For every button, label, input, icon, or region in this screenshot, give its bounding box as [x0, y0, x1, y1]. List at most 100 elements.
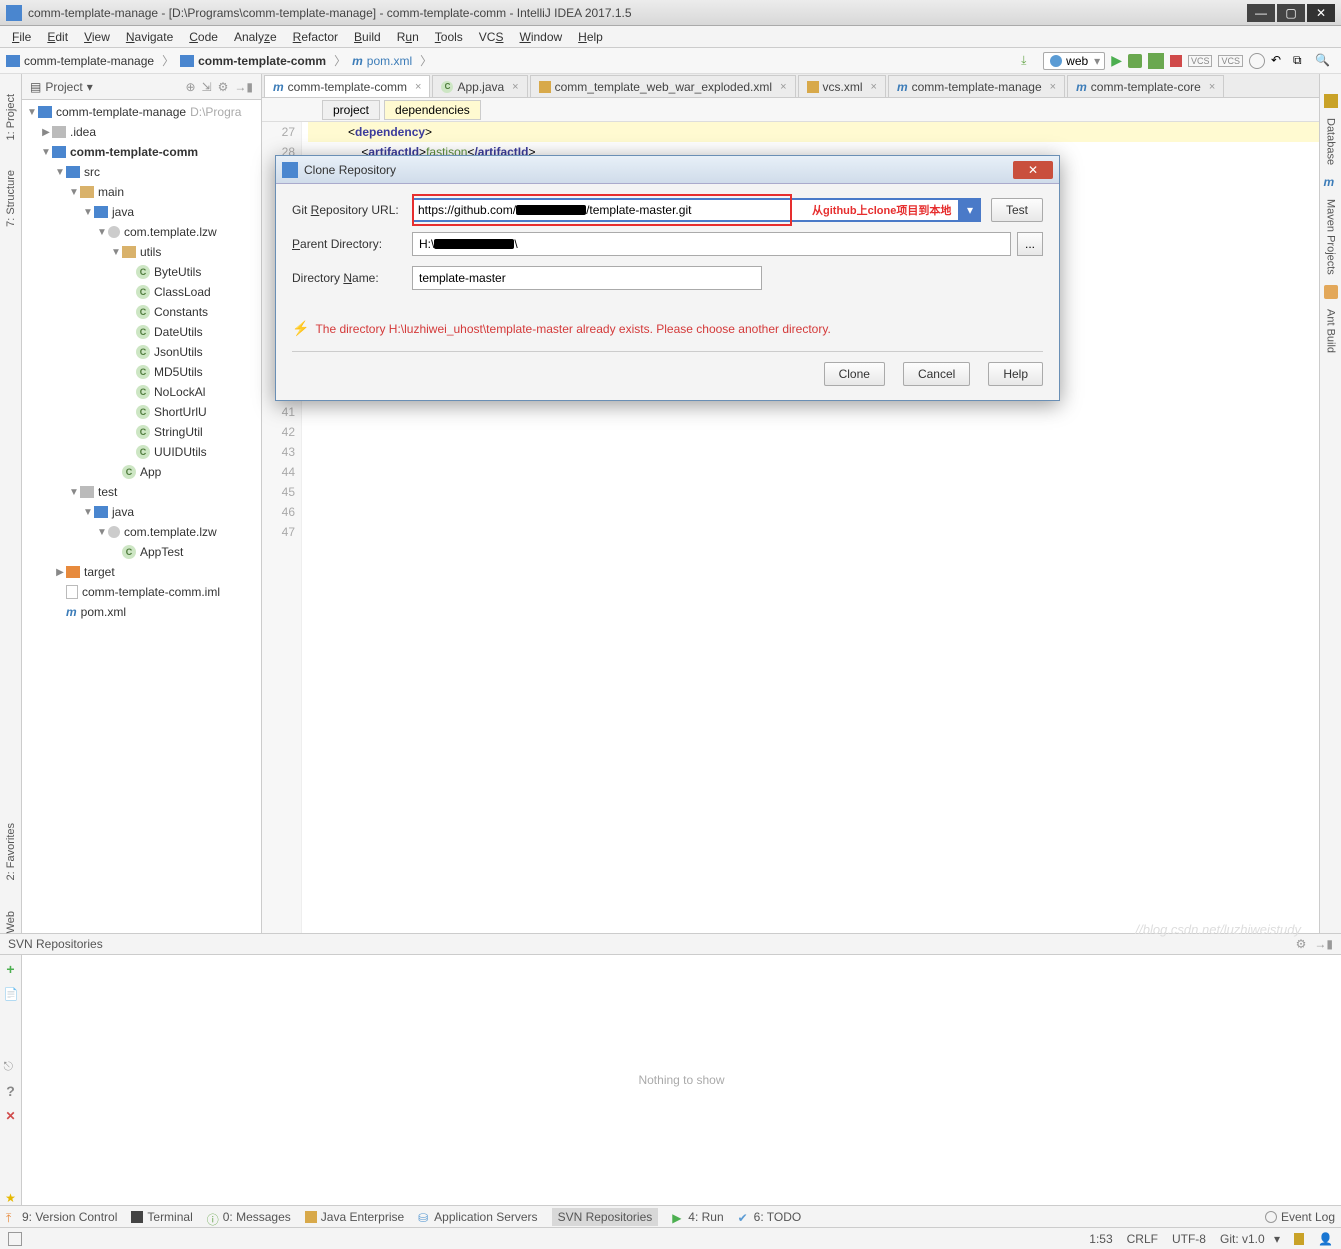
breadcrumb-root[interactable]: comm-template-manage — [6, 54, 154, 68]
tree-arrow-icon[interactable] — [68, 187, 80, 198]
gear-icon[interactable]: ⚙ — [1296, 937, 1307, 951]
tree-row[interactable]: CJsonUtils — [22, 342, 261, 362]
toolwin-maven[interactable]: Maven Projects — [1325, 199, 1337, 275]
tree-row[interactable]: CApp — [22, 462, 261, 482]
collapse-icon[interactable]: ⇲ — [202, 80, 212, 94]
menu-analyze[interactable]: Analyze — [226, 28, 285, 46]
bc-dependencies[interactable]: dependencies — [384, 100, 481, 120]
menu-refactor[interactable]: Refactor — [285, 28, 346, 46]
toolwin-project[interactable]: 1: Project — [5, 94, 17, 140]
lock-icon[interactable] — [1294, 1233, 1304, 1245]
gear-icon[interactable]: ⚙ — [218, 80, 229, 94]
test-button[interactable]: Test — [991, 198, 1043, 222]
editor-tab[interactable]: vcs.xml× — [798, 75, 886, 97]
menu-edit[interactable]: Edit — [39, 28, 76, 46]
tree-arrow-icon[interactable] — [40, 127, 52, 138]
tree-row[interactable]: com.template.lzw — [22, 222, 261, 242]
tree-row[interactable]: utils — [22, 242, 261, 262]
tree-arrow-icon[interactable] — [40, 147, 52, 158]
tree-row[interactable]: CClassLoad — [22, 282, 261, 302]
toolwin-favorites[interactable]: 2: Favorites — [5, 823, 17, 880]
tree-row[interactable]: java — [22, 502, 261, 522]
dialog-close-button[interactable]: ✕ — [1013, 161, 1053, 179]
editor-tab[interactable]: mcomm-template-comm× — [264, 75, 430, 97]
tree-row[interactable]: target — [22, 562, 261, 582]
history-icon[interactable] — [1249, 53, 1265, 69]
close-icon[interactable]: × — [1050, 81, 1056, 93]
close-icon[interactable]: × — [780, 81, 786, 93]
tree-arrow-icon[interactable] — [82, 507, 94, 518]
tool-svn-repos[interactable]: SVN Repositories — [552, 1208, 659, 1226]
project-tree[interactable]: comm-template-manageD:\Progra.ideacomm-t… — [22, 100, 261, 933]
tree-arrow-icon[interactable] — [54, 167, 66, 178]
tool-event-log[interactable]: Event Log — [1265, 1210, 1335, 1224]
tree-row[interactable]: java — [22, 202, 261, 222]
star-icon[interactable]: ★ — [5, 1191, 16, 1205]
add-icon[interactable]: + — [6, 961, 14, 977]
help-icon[interactable]: ? — [6, 1083, 15, 1099]
close-button[interactable]: ✕ — [1307, 4, 1335, 22]
toolwin-web[interactable]: Web — [5, 911, 17, 933]
autoscroll-icon[interactable]: ⊕ — [186, 80, 196, 94]
tool-app-servers[interactable]: ⛁Application Servers — [418, 1210, 537, 1224]
close-icon[interactable]: × — [871, 81, 877, 93]
tool-terminal[interactable]: Terminal — [131, 1210, 192, 1224]
close-icon[interactable]: × — [1209, 81, 1215, 93]
clone-button[interactable]: Clone — [824, 362, 885, 386]
menu-navigate[interactable]: Navigate — [118, 28, 181, 46]
tree-arrow-icon[interactable] — [110, 247, 122, 258]
tree-row[interactable]: CMD5Utils — [22, 362, 261, 382]
tool-todo[interactable]: ✔6: TODO — [738, 1210, 802, 1224]
breadcrumb-file[interactable]: mpom.xml — [352, 54, 412, 68]
tree-row[interactable]: comm-template-manageD:\Progra — [22, 102, 261, 122]
tree-row[interactable]: CStringUtil — [22, 422, 261, 442]
project-panel-header[interactable]: ▤Project▾ ⊕⇲⚙→▮ — [22, 74, 261, 100]
tree-row[interactable]: .idea — [22, 122, 261, 142]
menu-run[interactable]: Run — [389, 28, 427, 46]
make-icon[interactable]: ⤓ — [1021, 53, 1037, 69]
bc-project[interactable]: project — [322, 100, 380, 120]
minimize-button[interactable]: — — [1247, 4, 1275, 22]
tree-row[interactable]: main — [22, 182, 261, 202]
hat-icon[interactable]: 👤 — [1318, 1232, 1333, 1246]
stop-icon[interactable] — [1170, 55, 1182, 67]
run-icon[interactable]: ▶ — [1111, 52, 1122, 69]
toggle-toolwindows-icon[interactable] — [8, 1232, 22, 1246]
close-icon[interactable]: × — [512, 81, 518, 93]
close-icon[interactable]: × — [415, 81, 421, 93]
tree-row[interactable]: comm-template-comm.iml — [22, 582, 261, 602]
hide-icon[interactable]: →▮ — [234, 80, 253, 94]
toolwin-structure[interactable]: 7: Structure — [5, 170, 17, 227]
git-branch[interactable]: Git: v1.0 ▾ — [1220, 1232, 1280, 1246]
tree-row[interactable]: CDateUtils — [22, 322, 261, 342]
tree-arrow-icon[interactable] — [96, 227, 108, 238]
tree-row[interactable]: comm-template-comm — [22, 142, 261, 162]
hide-icon[interactable]: →▮ — [1314, 937, 1333, 951]
tool-version-control[interactable]: ⤒9: Version Control — [6, 1210, 117, 1224]
toolwin-database[interactable]: Database — [1325, 118, 1337, 165]
search-icon[interactable]: 🔍 — [1315, 53, 1331, 69]
editor-tab[interactable]: comm_template_web_war_exploded.xml× — [530, 75, 796, 97]
dialog-titlebar[interactable]: Clone Repository ✕ — [276, 156, 1059, 184]
delete-icon[interactable]: ✕ — [5, 1109, 15, 1123]
tree-arrow-icon[interactable] — [54, 567, 66, 578]
tool-java-enterprise[interactable]: Java Enterprise — [305, 1210, 404, 1224]
menu-view[interactable]: View — [76, 28, 118, 46]
menu-build[interactable]: Build — [346, 28, 389, 46]
tree-row[interactable]: src — [22, 162, 261, 182]
tree-row[interactable]: CConstants — [22, 302, 261, 322]
dirname-input[interactable] — [412, 266, 762, 290]
maximize-button[interactable]: ▢ — [1277, 4, 1305, 22]
coverage-icon[interactable] — [1148, 53, 1164, 69]
vcs-update-icon[interactable]: VCS — [1188, 55, 1213, 67]
tree-arrow-icon[interactable] — [82, 207, 94, 218]
menu-tools[interactable]: Tools — [427, 28, 471, 46]
vcs-commit-icon[interactable]: VCS — [1218, 55, 1243, 67]
menu-code[interactable]: Code — [181, 28, 226, 46]
browse-button[interactable]: ... — [1017, 232, 1043, 256]
structure-icon[interactable]: ⧉ — [1293, 53, 1309, 69]
cancel-button[interactable]: Cancel — [903, 362, 970, 386]
tree-arrow-icon[interactable] — [26, 107, 38, 118]
discard-icon[interactable] — [4, 1011, 18, 1025]
editor-tab[interactable]: CApp.java× — [432, 75, 527, 97]
